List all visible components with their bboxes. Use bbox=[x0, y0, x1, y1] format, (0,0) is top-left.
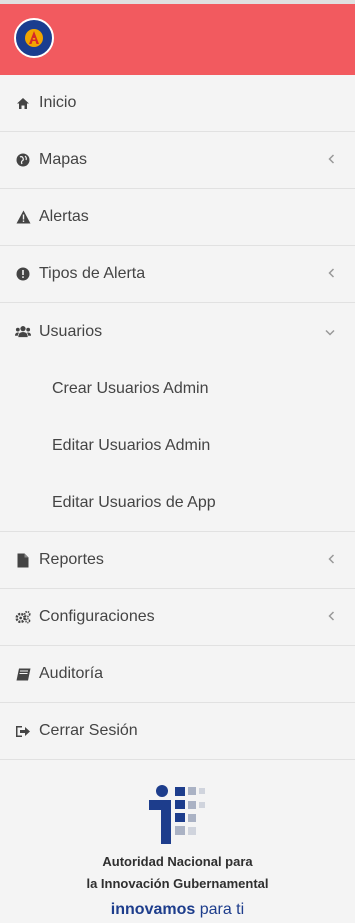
sidebar-item-label: Inicio bbox=[39, 94, 77, 111]
org-name-line1: Autoridad Nacional para bbox=[102, 854, 253, 869]
users-icon bbox=[15, 324, 31, 340]
sidebar-item-label: Tipos de Alerta bbox=[39, 265, 146, 282]
chevron-left-icon bbox=[328, 553, 335, 567]
exclamation-circle-icon bbox=[15, 266, 31, 282]
file-icon bbox=[15, 552, 31, 568]
org-name-line2: la Innovación Gubernamental bbox=[86, 876, 269, 891]
submenu-item-editar-usuarios-admin[interactable]: Editar Usuarios Admin bbox=[0, 417, 355, 474]
chevron-left-icon bbox=[328, 153, 335, 167]
sidebar-item-tipos-de-alerta[interactable]: Tipos de Alerta bbox=[0, 246, 355, 303]
footer-branding: Autoridad Nacional para la Innovación Gu… bbox=[0, 760, 355, 919]
sidebar-item-label: Auditoría bbox=[39, 665, 104, 682]
sidebar-item-mapas[interactable]: Mapas bbox=[0, 132, 355, 189]
usuarios-submenu: Crear Usuarios Admin Editar Usuarios Adm… bbox=[0, 360, 355, 532]
sidebar-item-reportes[interactable]: Reportes bbox=[0, 532, 355, 589]
sidebar-menu: Inicio Mapas Alertas Tipos de Alerta Usu… bbox=[0, 75, 355, 760]
chevron-left-icon bbox=[328, 267, 335, 281]
tagline-bold: innovamos bbox=[110, 901, 196, 918]
sidebar-item-label: Reportes bbox=[39, 551, 104, 568]
sidebar-item-configuraciones[interactable]: Configuraciones bbox=[0, 589, 355, 646]
warning-icon bbox=[15, 209, 31, 225]
sidebar-item-label: Cerrar Sesión bbox=[39, 722, 138, 739]
home-icon bbox=[15, 95, 31, 111]
chevron-down-icon bbox=[325, 325, 335, 339]
sidebar-item-label: Mapas bbox=[39, 151, 88, 168]
chevron-left-icon bbox=[328, 610, 335, 624]
submenu-item-editar-usuarios-app[interactable]: Editar Usuarios de App bbox=[0, 474, 355, 531]
sidebar-item-cerrar-sesion[interactable]: Cerrar Sesión bbox=[0, 703, 355, 760]
sidebar-item-usuarios[interactable]: Usuarios bbox=[0, 303, 355, 360]
sign-out-icon bbox=[15, 723, 31, 739]
sidebar-item-label: Configuraciones bbox=[39, 608, 155, 625]
sidebar-item-alertas[interactable]: Alertas bbox=[0, 189, 355, 246]
sidebar-item-label: Usuarios bbox=[39, 322, 103, 340]
book-icon bbox=[15, 666, 31, 682]
gears-icon bbox=[15, 609, 31, 625]
sidebar-item-auditoria[interactable]: Auditoría bbox=[0, 646, 355, 703]
sidebar-item-label: Alertas bbox=[39, 208, 89, 225]
tagline-rest: para ti bbox=[195, 901, 245, 918]
aig-logo-icon bbox=[145, 784, 211, 846]
globe-icon bbox=[15, 152, 31, 168]
app-logo-icon[interactable] bbox=[14, 18, 54, 58]
tagline: innovamos para ti bbox=[0, 901, 355, 919]
top-header bbox=[0, 0, 355, 75]
sidebar-item-inicio[interactable]: Inicio bbox=[0, 75, 355, 132]
submenu-item-crear-usuarios-admin[interactable]: Crear Usuarios Admin bbox=[0, 360, 355, 417]
